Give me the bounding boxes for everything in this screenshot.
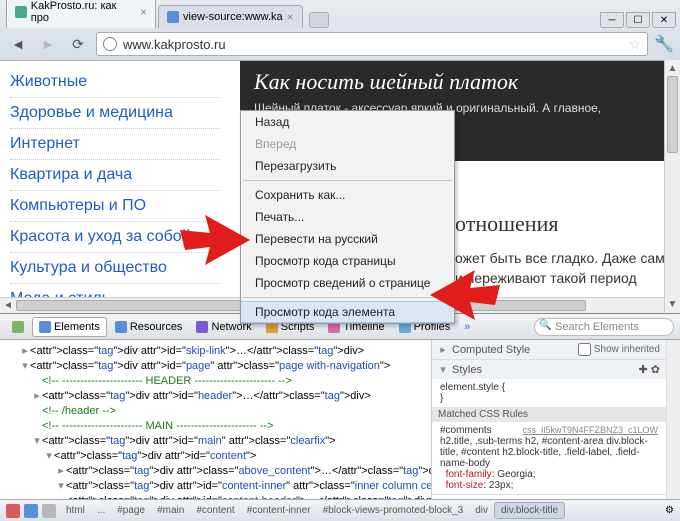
window-controls: ─ ☐ ✕ (600, 12, 680, 28)
css-source-link[interactable]: css_Il5kwT9N4FFZBNZ3_c1LOW (522, 425, 658, 435)
category-link[interactable]: Здоровье и медицина (10, 98, 220, 129)
scroll-left-icon[interactable]: ◄ (0, 298, 16, 313)
annotation-arrow-icon (180, 205, 250, 275)
inspect-tool[interactable] (6, 318, 30, 336)
ctx-save-as[interactable]: Сохранить как... (241, 184, 454, 206)
dom-line[interactable]: <!-- ---------------------- MAIN -------… (2, 419, 429, 434)
breadcrumb[interactable]: #content (190, 503, 240, 518)
ctx-translate[interactable]: Перевести на русский (241, 228, 454, 250)
search-input[interactable]: Search Elements (534, 318, 674, 336)
star-icon[interactable]: ☆ (629, 36, 642, 53)
magnifier-icon (12, 321, 24, 333)
network-icon (196, 321, 208, 333)
tab-1[interactable]: KakProsto.ru: как про × (6, 0, 156, 28)
styles-pane: ▸Computed Style Show inherited ▾Styles✚ … (431, 340, 666, 499)
tab-elements[interactable]: Elements (32, 317, 107, 337)
reload-button[interactable]: ⟳ (66, 32, 90, 56)
minimize-button[interactable]: ─ (600, 12, 624, 28)
back-button[interactable]: ◄ (6, 32, 30, 56)
css-rule[interactable]: css_Il5kwT9N4FFZBNZ3_c1LOW #comments h2.… (432, 422, 666, 494)
context-menu: Назад Вперед Перезагрузить Сохранить как… (240, 110, 455, 324)
close-button[interactable]: ✕ (652, 12, 676, 28)
breadcrumb[interactable]: #page (111, 503, 151, 518)
show-inherited-checkbox[interactable] (578, 343, 591, 356)
separator (243, 297, 452, 298)
breadcrumb[interactable]: #block-views-promoted-block_3 (317, 503, 470, 518)
url-text: www.kakprosto.ru (123, 37, 226, 52)
scroll-down-icon[interactable]: ▼ (665, 296, 680, 312)
close-icon[interactable]: × (287, 10, 294, 24)
ctx-print[interactable]: Печать... (241, 206, 454, 228)
dom-line[interactable]: <!-- /header --> (2, 404, 429, 419)
browser-chrome: KakProsto.ru: как про × view-source:www.… (0, 0, 680, 61)
ctx-reload[interactable]: Перезагрузить (241, 155, 454, 177)
dom-line[interactable]: ▾<attr">class="tag">div attr">id="conten… (2, 479, 429, 494)
annotation-arrow-icon (430, 260, 500, 330)
element-style-rule[interactable]: element.style { } (432, 379, 666, 407)
breadcrumb[interactable]: #content-inner (241, 503, 317, 518)
category-link[interactable]: Животные (10, 67, 220, 98)
breadcrumb[interactable]: div.block-title (494, 502, 565, 519)
ctx-view-source[interactable]: Просмотр кода страницы (241, 250, 454, 272)
ctx-page-info[interactable]: Просмотр сведений о странице (241, 272, 454, 294)
vertical-scrollbar[interactable]: ▲ ▼ (664, 60, 680, 312)
dom-line[interactable]: <!-- ---------------------- HEADER -----… (2, 374, 429, 389)
console-toggle-icon[interactable] (24, 504, 38, 518)
breadcrumb[interactable]: ... (91, 503, 111, 518)
tabs-row: KakProsto.ru: как про × view-source:www.… (0, 0, 680, 28)
breadcrumb[interactable]: html (60, 503, 91, 518)
article-heading: отношения (455, 211, 670, 237)
console-errors-icon[interactable] (6, 504, 20, 518)
styles-scrollbar[interactable] (666, 340, 680, 499)
breadcrumb[interactable]: div (469, 503, 494, 518)
separator (243, 180, 452, 181)
tab-title: view-source:www.ka (183, 11, 283, 23)
dom-line[interactable]: ▾<attr">class="tag">div attr">id="main" … (2, 434, 429, 449)
tab-2[interactable]: view-source:www.ka × (158, 5, 303, 28)
devtools-panel: Elements Resources Network Scripts Timel… (0, 313, 680, 521)
address-row: ◄ ► ⟳ www.kakprosto.ru ☆ 🔧 (0, 28, 680, 60)
resources-icon (115, 321, 127, 333)
styles-header[interactable]: ▾Styles✚ ✿ (432, 360, 666, 379)
tab-resources[interactable]: Resources (109, 318, 189, 336)
ctx-forward: Вперед (241, 133, 454, 155)
dom-tree[interactable]: ▸<attr">class="tag">div attr">id="skip-l… (0, 340, 431, 499)
matched-rules-header: Matched CSS Rules (432, 407, 666, 422)
elements-icon (39, 321, 51, 333)
breadcrumb[interactable]: #main (151, 503, 190, 518)
dom-line[interactable]: ▸<attr">class="tag">div attr">id="header… (2, 389, 429, 404)
devtools-statusbar: html...#page#main#content#content-inner#… (0, 499, 680, 521)
forward-button[interactable]: ► (36, 32, 60, 56)
close-icon[interactable]: × (140, 5, 147, 19)
devtools-body: ▸<attr">class="tag">div attr">id="skip-l… (0, 340, 680, 499)
scroll-thumb[interactable] (667, 76, 678, 153)
globe-icon (103, 37, 117, 51)
favicon-icon (15, 6, 27, 18)
hero-title: Как носить шейный платок (254, 69, 666, 95)
ctx-back[interactable]: Назад (241, 111, 454, 133)
ctx-inspect-element[interactable]: Просмотр кода элемента (241, 301, 454, 323)
maximize-button[interactable]: ☐ (626, 12, 650, 28)
scroll-up-icon[interactable]: ▲ (665, 60, 680, 76)
dom-line[interactable]: ▾<attr">class="tag">div attr">id="page" … (2, 359, 429, 374)
address-bar[interactable]: www.kakprosto.ru ☆ (96, 32, 648, 56)
dom-line[interactable]: ▸<attr">class="tag">div attr">id="skip-l… (2, 344, 429, 359)
favicon-icon (167, 11, 179, 23)
category-link[interactable]: Интернет (10, 129, 220, 160)
dom-line[interactable]: ▸<attr">class="tag">div attr">class="abo… (2, 464, 429, 479)
gear-icon[interactable]: ⚙ (665, 505, 674, 516)
wrench-icon[interactable]: 🔧 (654, 34, 674, 54)
dock-icon[interactable] (42, 504, 56, 518)
computed-style-header[interactable]: ▸Computed Style Show inherited (432, 340, 666, 359)
category-sidebar: Животные Здоровье и медицина Интернет Кв… (0, 61, 230, 313)
tab-title: KakProsto.ru: как про (31, 0, 136, 24)
category-link[interactable]: Квартира и дача (10, 160, 220, 191)
new-tab-button[interactable] (309, 12, 329, 28)
dom-line[interactable]: ▾<attr">class="tag">div attr">id="conten… (2, 449, 429, 464)
